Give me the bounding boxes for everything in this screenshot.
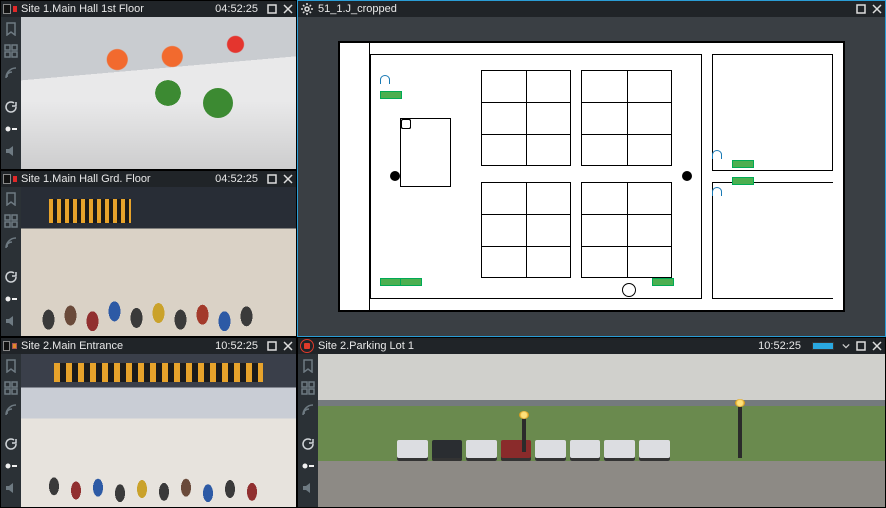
titlebar: 51_1.J_cropped [298, 1, 885, 17]
close-button[interactable] [282, 340, 294, 352]
record-dot-icon[interactable] [3, 458, 19, 474]
close-button[interactable] [871, 340, 883, 352]
camera-tile-hall1[interactable]: Site 1.Main Hall 1st Floor 04:52:25 [0, 0, 297, 170]
close-button[interactable] [282, 3, 294, 15]
grid-icon[interactable] [3, 213, 19, 229]
tile-title: Site 2.Main Entrance [21, 340, 211, 352]
record-dot-icon[interactable] [300, 458, 316, 474]
tile-time: 04:52:25 [215, 3, 258, 15]
floorplan-view[interactable] [298, 17, 885, 336]
camera-tile-parking[interactable]: Site 2.Parking Lot 1 10:52:25 [297, 337, 886, 508]
surveillance-grid: Site 1.Main Hall 1st Floor 04:52:25 [0, 0, 886, 508]
tile-time: 04:52:25 [215, 173, 258, 185]
tile-sidebar [1, 17, 21, 169]
record-dot-icon[interactable] [3, 121, 19, 137]
maximize-button[interactable] [855, 340, 867, 352]
tile-sidebar [1, 354, 21, 507]
gear-icon [300, 3, 314, 15]
refresh-icon[interactable] [3, 436, 19, 452]
refresh-icon[interactable] [3, 269, 19, 285]
sensor-icon [380, 278, 402, 286]
tile-body [298, 354, 885, 507]
maximize-button[interactable] [266, 3, 278, 15]
map-dome-camera-icon[interactable] [622, 283, 636, 297]
bookmark-icon[interactable] [3, 21, 19, 37]
speaker-icon[interactable] [3, 143, 19, 159]
tile-title: 51_1.J_cropped [318, 3, 851, 15]
tile-sidebar [298, 354, 318, 507]
tile-time: 10:52:25 [758, 340, 801, 352]
speaker-icon[interactable] [300, 480, 316, 496]
tile-body [1, 187, 296, 336]
camera-tile-hall2[interactable]: Site 1.Main Hall Grd. Floor 04:52:25 [0, 170, 297, 337]
bookmark-icon[interactable] [3, 191, 19, 207]
maximize-button[interactable] [266, 340, 278, 352]
tile-time: 10:52:25 [215, 340, 258, 352]
signal-icon[interactable] [3, 65, 19, 81]
grid-icon[interactable] [3, 380, 19, 396]
map-camera-icon[interactable] [712, 150, 726, 160]
tile-title: Site 1.Main Hall 1st Floor [21, 3, 211, 15]
sensor-icon [732, 160, 754, 168]
camera-icon [3, 3, 17, 15]
maximize-button[interactable] [266, 173, 278, 185]
camera-icon [3, 340, 17, 352]
tile-title: Site 2.Parking Lot 1 [318, 340, 754, 352]
signal-icon[interactable] [3, 235, 19, 251]
video-feed[interactable] [21, 187, 296, 336]
map-camera-icon[interactable] [712, 187, 726, 197]
signal-icon[interactable] [3, 402, 19, 418]
close-button[interactable] [871, 3, 883, 15]
video-feed[interactable] [21, 354, 296, 507]
titlebar: Site 2.Parking Lot 1 10:52:25 [298, 338, 885, 354]
camera-icon [3, 173, 17, 185]
sensor-icon [652, 278, 674, 286]
grid-icon[interactable] [3, 43, 19, 59]
record-dot-icon[interactable] [3, 291, 19, 307]
maximize-button[interactable] [855, 3, 867, 15]
titlebar: Site 1.Main Hall 1st Floor 04:52:25 [1, 1, 296, 17]
sensor-icon [732, 177, 754, 185]
refresh-icon[interactable] [300, 436, 316, 452]
speaker-icon[interactable] [3, 480, 19, 496]
map-tile[interactable]: 51_1.J_cropped [297, 0, 886, 337]
map-camera-icon[interactable] [380, 75, 394, 85]
floorplan [338, 41, 845, 312]
tile-body [1, 354, 296, 507]
grid-icon[interactable] [300, 380, 316, 396]
video-feed[interactable] [318, 354, 885, 507]
sensor-icon [400, 278, 422, 286]
tile-title: Site 1.Main Hall Grd. Floor [21, 173, 211, 185]
status-indicator [812, 342, 834, 350]
titlebar: Site 1.Main Hall Grd. Floor 04:52:25 [1, 171, 296, 187]
bookmark-icon[interactable] [300, 358, 316, 374]
alarm-icon [300, 340, 314, 352]
tile-body [298, 17, 885, 336]
signal-icon[interactable] [300, 402, 316, 418]
close-button[interactable] [282, 173, 294, 185]
refresh-icon[interactable] [3, 99, 19, 115]
titlebar: Site 2.Main Entrance 10:52:25 [1, 338, 296, 354]
tile-sidebar [1, 187, 21, 336]
sensor-icon [380, 91, 402, 99]
chevron-down-icon[interactable] [841, 340, 851, 352]
bookmark-icon[interactable] [3, 358, 19, 374]
camera-tile-entrance[interactable]: Site 2.Main Entrance 10:52:25 [0, 337, 297, 508]
tile-body [1, 17, 296, 169]
video-feed[interactable] [21, 17, 296, 169]
speaker-icon[interactable] [3, 313, 19, 329]
